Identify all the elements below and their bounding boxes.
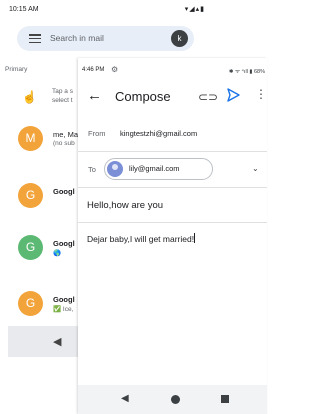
- mail-sender: me, Ma: [53, 130, 79, 139]
- divider: [78, 222, 267, 223]
- compose-app-bar: ← Compose ⊂⊃ ⋮: [78, 82, 267, 112]
- back-arrow-icon[interactable]: ←: [87, 88, 102, 103]
- compose-status-time: 4:46 PM: [82, 67, 105, 73]
- text-cursor: [194, 233, 196, 243]
- status-icons: ▾◢▴▮: [184, 6, 205, 13]
- status-time: 10:15 AM: [9, 6, 39, 13]
- to-row: To lily@gmail.com ⌄: [78, 155, 267, 185]
- mail-list-item[interactable]: G Googl ✅ Ice,: [0, 291, 80, 331]
- from-label: From: [88, 129, 106, 138]
- home-nav-button[interactable]: [171, 395, 180, 404]
- mail-list-item[interactable]: G Googl: [0, 183, 80, 223]
- section-label: Primary: [5, 66, 28, 73]
- mail-sender: Googl: [53, 295, 75, 304]
- mail-sender: Googl: [53, 239, 75, 248]
- sender-avatar: G: [18, 183, 43, 208]
- back-nav-button[interactable]: ◀: [121, 393, 129, 404]
- recipient-email: lily@gmail.com: [129, 164, 180, 173]
- divider: [78, 187, 267, 188]
- divider: [78, 151, 267, 152]
- account-avatar[interactable]: k: [171, 30, 188, 47]
- mail-sender: Googl: [53, 187, 75, 196]
- from-field[interactable]: kingtestzhi@gmail.com: [120, 129, 197, 138]
- sender-avatar: G: [18, 235, 43, 260]
- background-nav-bar: ◀: [8, 326, 78, 357]
- send-icon[interactable]: [226, 88, 240, 107]
- to-label: To: [88, 165, 96, 174]
- system-icons: ✱ ᯤ ⁴ıll ▮ 68%: [228, 69, 265, 75]
- recipient-chip[interactable]: lily@gmail.com: [104, 158, 213, 180]
- attach-icon[interactable]: ⊂⊃: [198, 90, 218, 104]
- status-bar: 10:15 AM ▾◢▴▮: [0, 0, 267, 22]
- compose-window: 4:46 PM ⚙ ✱ ᯤ ⁴ıll ▮ 68% ← Compose ⊂⊃ ⋮ …: [78, 58, 267, 414]
- contact-avatar: [107, 161, 123, 177]
- mail-snippet: ✅ Ice,: [53, 306, 74, 313]
- subject-field[interactable]: Hello,how are you: [87, 200, 163, 211]
- sender-avatar: G: [18, 291, 43, 316]
- mail-list-item[interactable]: Mme, Ma (no sub: [0, 126, 80, 166]
- from-row: From kingtestzhi@gmail.com: [78, 123, 267, 145]
- hand-tap-icon: ☝: [22, 90, 37, 104]
- hint-text: Tap a s select t: [52, 88, 73, 104]
- mail-list-item[interactable]: G Googl 🌎: [0, 235, 80, 275]
- menu-icon[interactable]: [29, 34, 41, 44]
- gear-icon: ⚙: [111, 65, 119, 74]
- mail-snippet: 🌎: [53, 250, 62, 257]
- chevron-down-icon[interactable]: ⌄: [252, 164, 259, 173]
- body-text: Dejar baby,I will get married!: [87, 234, 195, 244]
- more-vert-icon[interactable]: ⋮: [255, 88, 267, 100]
- compose-title: Compose: [115, 89, 171, 104]
- compose-status-bar: 4:46 PM ⚙ ✱ ᯤ ⁴ıll ▮ 68%: [78, 58, 267, 78]
- search-bar[interactable]: Search in mail k: [17, 26, 194, 51]
- back-nav-icon[interactable]: ◀: [53, 335, 61, 348]
- body-field[interactable]: Dejar baby,I will get married!: [87, 233, 196, 244]
- navigation-bar: ◀: [78, 385, 267, 414]
- mail-snippet: (no sub: [53, 140, 75, 147]
- sender-avatar: M: [18, 126, 43, 151]
- recents-nav-button[interactable]: [221, 395, 229, 403]
- search-input[interactable]: Search in mail: [50, 33, 104, 43]
